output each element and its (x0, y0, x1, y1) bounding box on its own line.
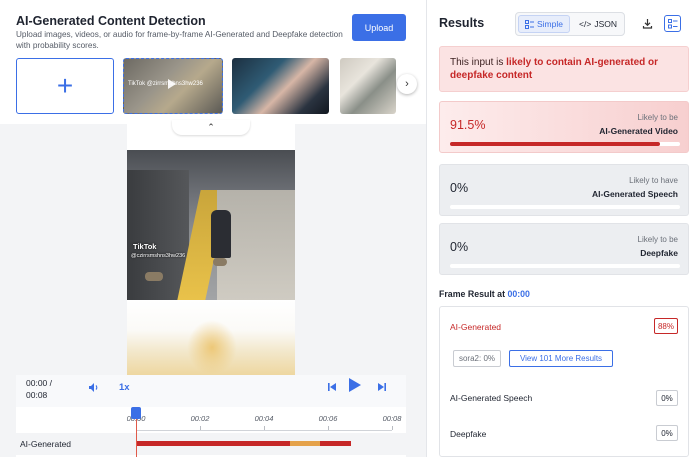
probability-bar (450, 264, 680, 268)
thumbnail-caption: TikTok @zirrsmshns3hw236 (128, 81, 203, 87)
results-title: Results (439, 16, 485, 30)
timeline-segment[interactable] (289, 441, 321, 446)
video-frame: TikTok @czirrsmshns3hw236 (127, 150, 295, 300)
media-thumbnail[interactable] (340, 58, 396, 114)
add-media-tile[interactable]: + (16, 58, 114, 114)
current-time: 00:00 / (26, 378, 52, 388)
toggle-json[interactable]: </> JSON (572, 15, 624, 33)
tick-mark (328, 426, 329, 430)
scene-person (211, 210, 231, 258)
frame-speech-score: 0% (656, 390, 678, 406)
download-icon[interactable] (639, 15, 656, 32)
tick-mark (200, 426, 201, 430)
result-category: AI-Generated Speech (592, 189, 678, 199)
track-label: AI-Generated (20, 439, 72, 449)
result-caption: Likely to be (637, 235, 678, 244)
frame-ai-label: AI-Generated (450, 322, 502, 332)
code-icon: </> (579, 19, 592, 29)
result-caption: Likely to have (629, 176, 678, 185)
verdict-prefix: This input is (450, 57, 507, 68)
frame-deepfake-score: 0% (656, 425, 678, 441)
result-card-ai-speech: 0% Likely to have AI-Generated Speech (439, 164, 689, 216)
left-pane: AI-Generated Content Detection Upload im… (0, 0, 426, 457)
upload-button[interactable]: Upload (352, 14, 406, 41)
probability-bar (450, 205, 680, 209)
result-category: Deepfake (640, 248, 678, 258)
result-value: 0% (450, 181, 469, 195)
scene-dog (213, 258, 227, 266)
video-lower-frame (127, 300, 295, 375)
details-icon[interactable] (664, 15, 681, 32)
collapse-toggle[interactable]: ⌃ (172, 120, 250, 135)
toggle-simple-label: Simple (537, 19, 563, 29)
skip-forward-icon[interactable] (377, 382, 387, 395)
result-caption: Likely to be (637, 113, 678, 122)
frame-result-title: Frame Result at 00:00 (439, 289, 530, 299)
app-root: AI-Generated Content Detection Upload im… (0, 0, 700, 457)
tiktok-username: @czirrsmshns3hw236 (131, 253, 186, 259)
result-card-deepfake: 0% Likely to be Deepfake (439, 223, 689, 275)
frame-result-box: AI-Generated 88% sora2: 0% View 101 More… (439, 306, 689, 457)
blurred-object (187, 320, 237, 375)
result-category: AI-Generated Video (599, 126, 678, 136)
volume-icon[interactable] (88, 382, 100, 396)
timeline-ruler: 00:0000:0200:0400:0600:08 (127, 411, 401, 431)
view-more-results-button[interactable]: View 101 More Results (509, 350, 613, 367)
tick-label: 00:08 (382, 414, 402, 423)
total-time: 00:08 (26, 390, 48, 400)
toggle-simple[interactable]: Simple (518, 15, 570, 33)
page-title: AI-Generated Content Detection (16, 14, 206, 28)
media-thumbnail[interactable] (232, 58, 329, 114)
skip-back-icon[interactable] (327, 382, 337, 395)
probability-fill (450, 142, 661, 146)
view-toggle: Simple </> JSON (515, 12, 625, 36)
result-value: 91.5% (450, 118, 486, 132)
playhead-line (136, 419, 137, 457)
result-card-ai-video: 91.5% Likely to be AI-Generated Video (439, 101, 689, 153)
media-thumbnail-selected[interactable]: TikTok @zirrsmshns3hw236 (123, 58, 223, 114)
page-subtitle: Upload images, videos, or audio for fram… (16, 30, 343, 50)
video-player[interactable]: TikTok @czirrsmshns3hw236 (127, 124, 295, 375)
frame-ai-score: 88% (653, 318, 678, 334)
time-display: 00:00 / 00:08 (26, 377, 52, 401)
chevron-up-icon: ⌃ (207, 122, 215, 132)
plus-icon: + (56, 70, 74, 101)
playback-speed-button[interactable]: 1x (119, 382, 130, 393)
toggle-json-label: JSON (594, 19, 617, 29)
list-icon (525, 19, 534, 29)
results-panel: Results Simple </> JSON This input is li… (426, 0, 700, 457)
frame-speech-label: AI-Generated Speech (450, 393, 533, 403)
play-button[interactable] (349, 378, 361, 392)
tick-mark (392, 426, 393, 430)
tick-label: 00:04 (254, 414, 274, 423)
frame-title-prefix: Frame Result at (439, 289, 508, 299)
tick-label: 00:06 (318, 414, 338, 423)
detection-timeline[interactable]: 00:0000:0200:0400:0600:08 AI-Generated (16, 407, 406, 457)
timeline-segment[interactable] (320, 441, 352, 446)
timeline-track-ai-generated: AI-Generated (16, 433, 406, 455)
verdict-alert: This input is likely to contain AI-gener… (439, 46, 689, 92)
player-controls: 00:00 / 00:08 1x (16, 375, 406, 407)
scene-dog (145, 272, 163, 281)
playhead-handle[interactable] (131, 407, 141, 419)
play-icon (168, 79, 176, 89)
tiktok-logo: TikTok (133, 242, 157, 251)
frame-time: 00:00 (507, 289, 530, 299)
upload-header: AI-Generated Content Detection Upload im… (0, 0, 426, 124)
probability-bar (450, 142, 680, 146)
result-value: 0% (450, 240, 469, 254)
timeline-segment[interactable] (136, 441, 290, 446)
frame-deepfake-label: Deepfake (450, 429, 487, 439)
chevron-right-icon[interactable]: › (397, 74, 417, 94)
tick-label: 00:02 (190, 414, 210, 423)
tick-mark (264, 426, 265, 430)
model-score-chip: sora2: 0% (453, 350, 501, 367)
